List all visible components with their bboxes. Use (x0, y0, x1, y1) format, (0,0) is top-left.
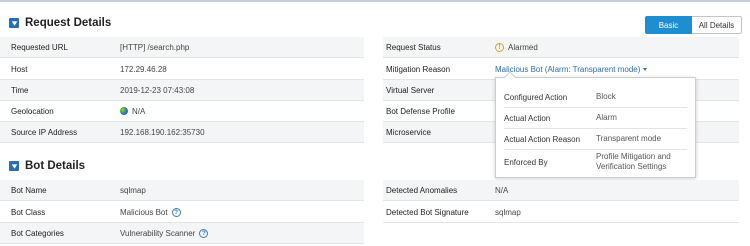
section-title: Request Details (25, 17, 112, 29)
row-bot-class: Bot Class Malicious Bot ? (0, 202, 364, 223)
row-label: Detected Bot Signature (386, 207, 469, 217)
row-value: 192.168.190.162:35730 (120, 127, 205, 137)
row-value: Vulnerability Scanner (120, 228, 196, 238)
row-value: Malicious Bot (120, 207, 168, 217)
row-label: Virtual Server (386, 85, 435, 95)
row-bot-name: Bot Name sqlmap (0, 180, 364, 201)
row-host: Host 172.29.46.28 (0, 59, 364, 80)
row-source-ip: Source IP Address 192.168.190.162:35730 (0, 122, 364, 143)
popover-value: Alarm (596, 113, 617, 122)
globe-icon (120, 107, 128, 115)
geolocation-value: N/A (120, 107, 145, 116)
popover-value: Transparent mode (596, 134, 662, 143)
row-value: sqlmap (495, 207, 521, 217)
row-value: Malicious Bot (Alarm: Transparent mode) (495, 64, 641, 74)
popover-label: Actual Action Reason (504, 134, 581, 144)
row-label: Time (11, 85, 29, 95)
row-label: Mitigation Reason (386, 64, 451, 74)
row-value: 2019-12-23 07:43:08 (120, 85, 195, 95)
all-details-button[interactable]: All Details (692, 16, 742, 34)
popover-value: Block (596, 92, 616, 101)
bot-class-value: Malicious Bot ? (120, 207, 181, 217)
bot-details-header[interactable]: Bot Details (9, 160, 85, 172)
row-label: Bot Categories (11, 228, 64, 238)
popover-label: Actual Action (504, 113, 551, 123)
question-circle-icon[interactable]: ? (171, 207, 181, 217)
row-detected-anomalies: Detected Anomalies N/A (383, 180, 739, 201)
row-label: Bot Defense Profile (386, 106, 455, 116)
status-value: ! Alarmed (495, 42, 538, 52)
row-label: Requested URL (11, 42, 68, 52)
row-label: Geolocation (11, 106, 54, 116)
row-label: Bot Name (11, 185, 47, 195)
row-value: Alarmed (508, 42, 538, 52)
row-label: Bot Class (11, 207, 46, 217)
popover-label: Configured Action (504, 92, 568, 102)
collapse-triangle-icon[interactable] (9, 18, 19, 28)
basic-view-button[interactable]: Basic (645, 16, 692, 34)
popover-row: Configured Action Block (504, 87, 687, 108)
caret-down-icon (643, 67, 648, 71)
warning-circle-icon: ! (495, 42, 504, 52)
mitigation-details-popover: Configured Action Block Actual Action Al… (495, 71, 696, 178)
row-label: Host (11, 64, 28, 74)
row-label: Detected Anomalies (386, 185, 458, 195)
view-toggle: Basic All Details (645, 16, 742, 34)
row-label: Request Status (386, 42, 441, 52)
row-geolocation: Geolocation N/A (0, 101, 364, 122)
popover-label: Enforced By (504, 157, 548, 167)
row-label: Microservice (386, 127, 431, 137)
row-bot-categories: Bot Categories Vulnerability Scanner ? (0, 223, 364, 244)
popover-row: Actual Action Reason Transparent mode (504, 129, 687, 150)
row-time: Time 2019-12-23 07:43:08 (0, 80, 364, 101)
row-request-status: Request Status ! Alarmed (383, 37, 739, 58)
section-title: Bot Details (25, 160, 86, 172)
mitigation-reason-link[interactable]: Malicious Bot (Alarm: Transparent mode) (495, 64, 648, 74)
collapse-triangle-icon[interactable] (9, 161, 19, 171)
row-value: N/A (132, 106, 146, 116)
popover-row: Enforced By Profile Mitigation and Verif… (504, 150, 687, 174)
popover-value: Profile Mitigation and Verification Sett… (596, 152, 671, 171)
row-requested-url: Requested URL [HTTP] /search.php (0, 37, 364, 58)
row-value: [HTTP] /search.php (120, 42, 190, 52)
row-value: N/A (495, 185, 509, 195)
request-details-header[interactable]: Request Details (9, 17, 111, 29)
question-circle-icon[interactable]: ? (199, 228, 209, 238)
row-detected-bot-signature: Detected Bot Signature sqlmap (383, 202, 739, 223)
popover-row: Actual Action Alarm (504, 108, 687, 129)
bot-categories-value: Vulnerability Scanner ? (120, 228, 209, 238)
row-label: Source IP Address (11, 127, 78, 137)
top-border (0, 0, 750, 2)
row-value: 172.29.46.28 (120, 64, 167, 74)
row-value: sqlmap (120, 185, 146, 195)
